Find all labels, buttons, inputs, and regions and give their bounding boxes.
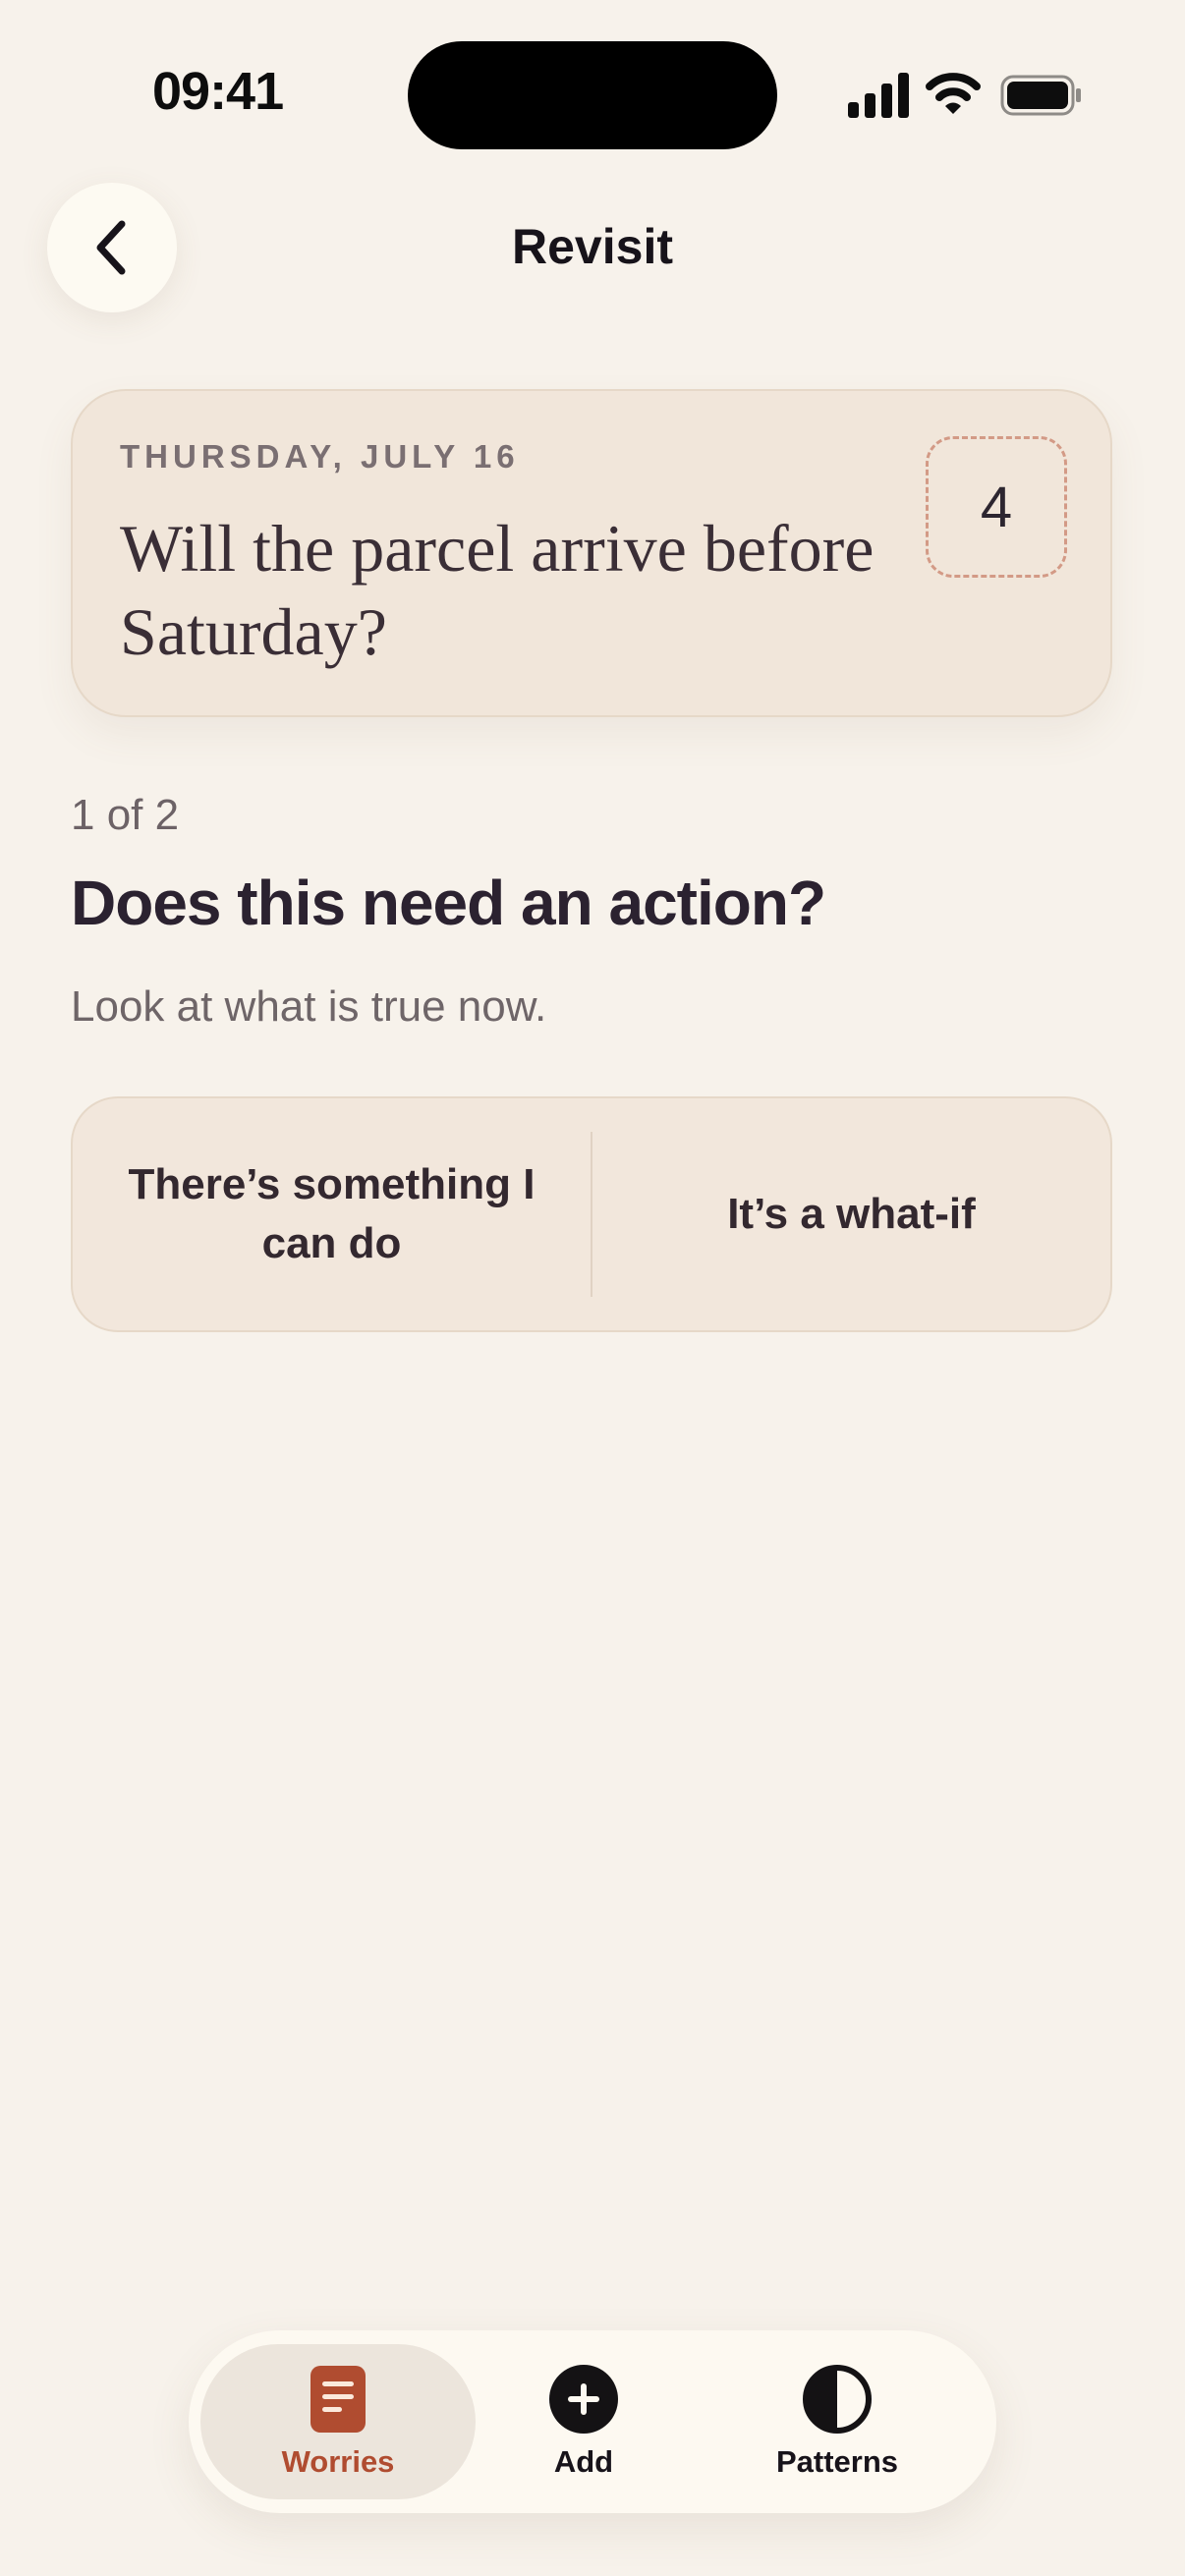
tab-add-label: Add bbox=[553, 2444, 614, 2479]
question-heading: Does this need an action? bbox=[71, 868, 826, 938]
page-title: Revisit bbox=[512, 219, 673, 274]
answer-choices: There’s something I can do It’s a what-i… bbox=[71, 1096, 1112, 1332]
dynamic-island bbox=[408, 41, 777, 149]
step-indicator: 1 of 2 bbox=[71, 791, 180, 839]
status-time: 09:41 bbox=[152, 62, 284, 121]
tab-add[interactable]: Add bbox=[476, 2344, 692, 2499]
worry-date: THURSDAY, JULY 16 bbox=[120, 438, 520, 475]
plus-circle-icon bbox=[549, 2365, 618, 2434]
tab-worries-label: Worries bbox=[281, 2444, 395, 2479]
tab-worries[interactable]: Worries bbox=[200, 2344, 476, 2499]
choice-action-button[interactable]: There’s something I can do bbox=[73, 1098, 591, 1330]
tab-patterns-label: Patterns bbox=[775, 2444, 899, 2479]
document-icon bbox=[310, 2366, 366, 2433]
wifi-icon bbox=[926, 73, 981, 114]
choice-what-if-button[interactable]: It’s a what-if bbox=[592, 1098, 1110, 1330]
battery-icon bbox=[1000, 75, 1081, 116]
worry-title: Will the parcel arrive before Saturday? bbox=[120, 511, 875, 669]
tab-patterns[interactable]: Patterns bbox=[692, 2344, 983, 2499]
cellular-signal-icon bbox=[848, 73, 909, 118]
tab-bar: Worries Add Patterns bbox=[189, 2330, 996, 2513]
question-hint: Look at what is true now. bbox=[71, 982, 547, 1031]
half-circle-icon bbox=[803, 2365, 872, 2434]
intensity-badge: 4 bbox=[926, 436, 1067, 578]
worry-card: THURSDAY, JULY 16 Will the parcel arrive… bbox=[71, 389, 1112, 717]
